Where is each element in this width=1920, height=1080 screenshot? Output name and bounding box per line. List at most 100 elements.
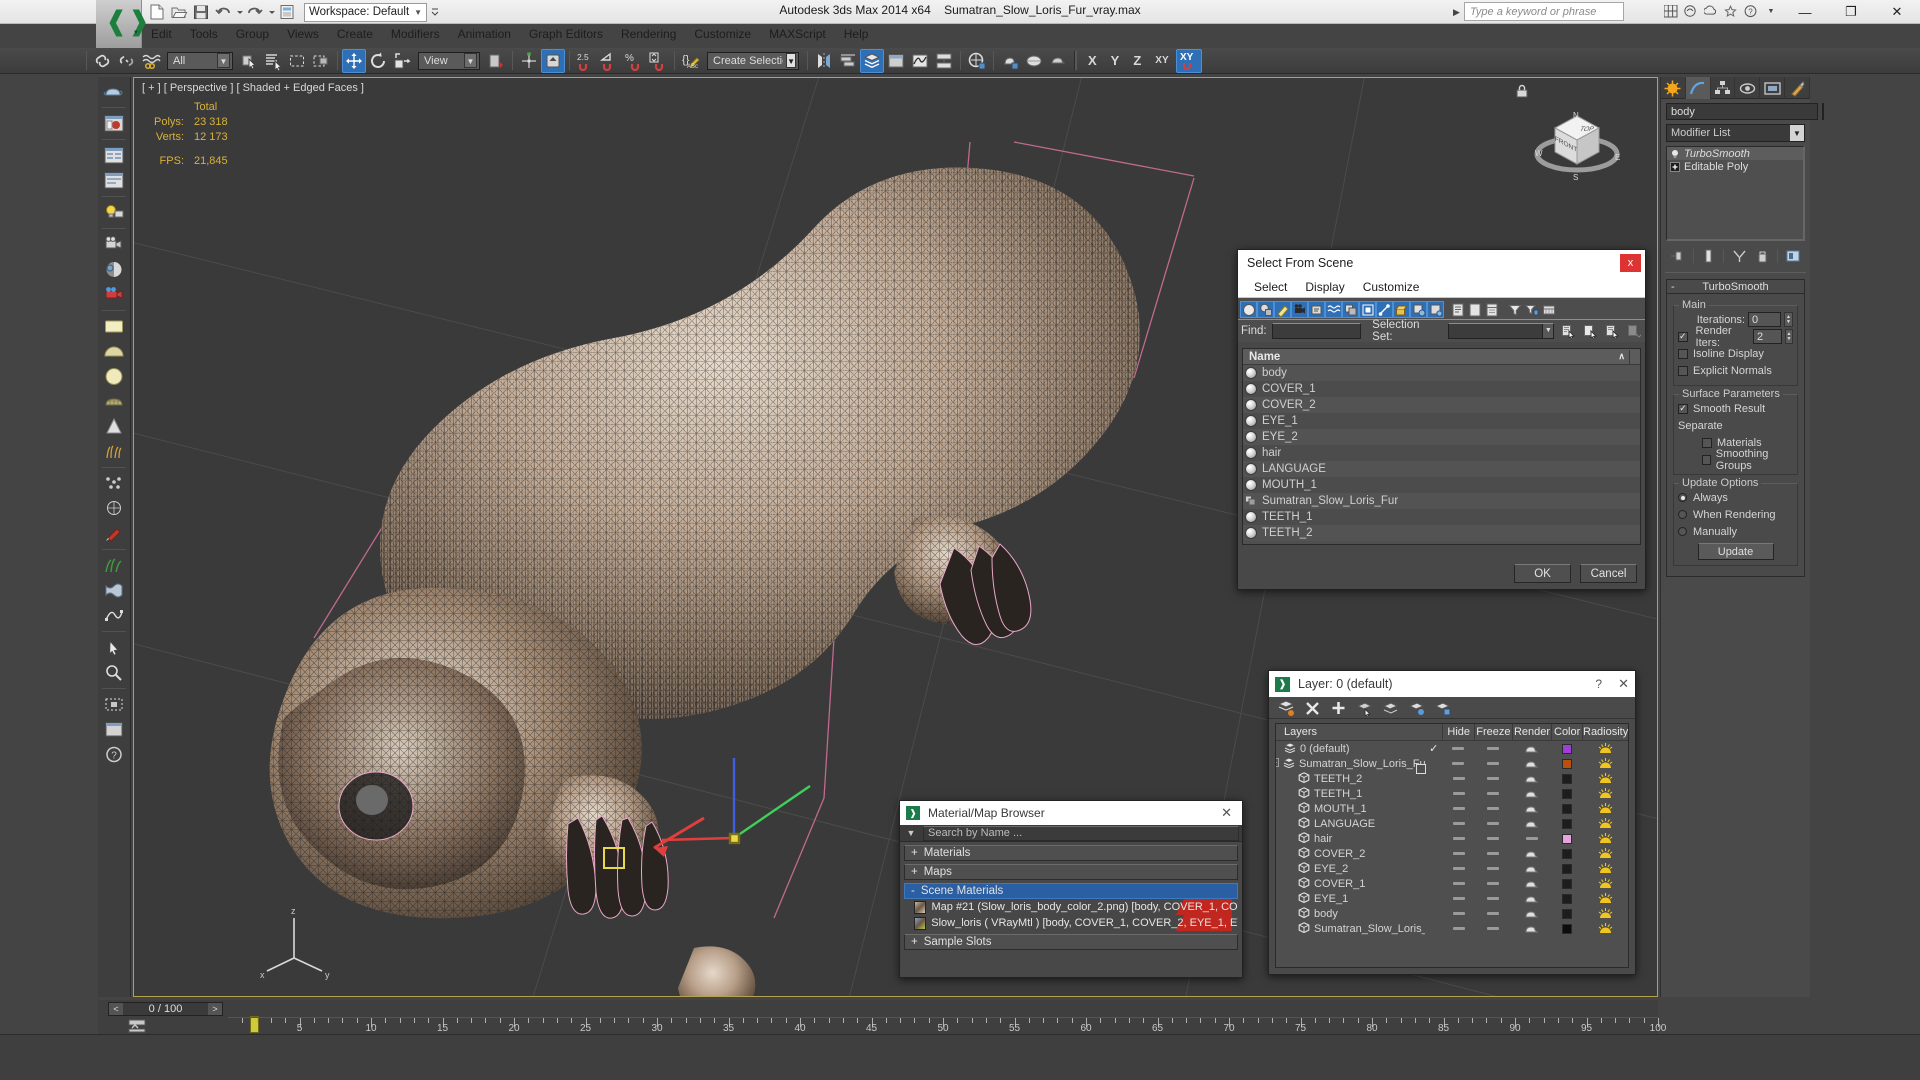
display-space-warps-icon[interactable] [1325,301,1342,318]
mmb-search-input[interactable]: Search by Name ... [923,825,1239,841]
list-item[interactable]: COVER_2 [1243,397,1640,413]
paint-deform-icon[interactable] [101,522,127,545]
freeze-cell[interactable] [1474,822,1512,825]
restrict-plane-icon[interactable] [541,48,565,73]
list-item[interactable]: EYE_1 [1243,413,1640,429]
render-production-icon[interactable] [1046,49,1070,73]
freeze-cell[interactable] [1474,867,1512,870]
layer-row[interactable]: COVER_2 [1276,846,1628,861]
snap-toggle-icon[interactable]: 2.5 [574,49,598,73]
dropdown-caret-icon[interactable]: ▼ [1762,2,1780,21]
smooth-result-checkbox[interactable]: ✓ [1678,403,1688,414]
axis-constraint-xy-snap-icon[interactable]: XY [1175,48,1202,73]
layer-row[interactable]: hair [1276,831,1628,846]
find-input[interactable] [1271,323,1362,339]
isoline-checkbox[interactable] [1678,348,1688,359]
render-cell[interactable] [1512,804,1552,814]
update-manually-radio[interactable] [1678,527,1687,536]
update-button[interactable]: Update [1697,543,1774,560]
render-cell[interactable] [1512,864,1552,874]
prev-frame-button[interactable]: < [109,1003,123,1015]
spline-icon[interactable] [101,604,127,627]
layer-dialog[interactable]: ❱ Layer: 0 (default) ? ✕ Layers Hide Fre… [1268,670,1636,975]
select-set-more-icon[interactable] [1625,323,1642,340]
menu-item-rendering[interactable]: Rendering [612,26,685,42]
layer-row[interactable]: COVER_1 [1276,876,1628,891]
menu-item-customize[interactable]: Customize [685,26,760,42]
sfs-object-list[interactable]: Name ∧ body COVER_1 COVER_2 EYE_1 EYE_2 … [1242,348,1641,545]
hide-cell[interactable] [1443,747,1475,750]
radiosity-cell[interactable] [1582,772,1628,785]
render-cell[interactable] [1512,909,1552,919]
display-hidden-icon[interactable] [1427,301,1444,318]
autodesk-360-icon[interactable] [1702,2,1720,21]
hair-and-fur-icon[interactable] [101,554,127,577]
layer-row[interactable]: Sumatran_Slow_Loris_ [1276,921,1628,936]
window-crossing-icon[interactable] [309,49,333,73]
bind-to-space-warp-icon[interactable] [139,49,163,73]
hide-cell[interactable] [1443,822,1475,825]
group-scene-materials[interactable]: - Scene Materials [904,883,1238,899]
color-swatch[interactable] [1562,908,1573,919]
new-file-icon[interactable] [148,3,167,22]
filter-selected-icon[interactable] [1523,301,1540,318]
update-always-row[interactable]: Always [1678,490,1793,505]
helper-dummy-icon[interactable] [101,497,127,520]
hide-cell[interactable] [1443,912,1475,915]
wire-teapot-icon[interactable] [101,390,127,413]
freeze-cell[interactable] [1474,852,1512,855]
freeze-cell[interactable] [1474,747,1512,750]
layer-manager-icon[interactable] [860,48,884,73]
render-iters-value[interactable]: 2 [1753,329,1782,344]
axis-constraint-x[interactable]: X [1081,53,1104,68]
tab-utilities[interactable] [1785,77,1810,99]
help-icon[interactable]: ? [1742,2,1760,21]
redo-caret-icon[interactable] [268,3,275,22]
schematic-view-icon[interactable] [932,49,956,73]
layer-row[interactable]: LANGUAGE [1276,816,1628,831]
display-cameras-icon[interactable] [1291,301,1308,318]
select-set-list-icon[interactable] [1540,301,1557,318]
menu-item-create[interactable]: Create [328,26,382,42]
layer-close-button[interactable]: ✕ [1618,676,1629,692]
color-swatch-cell[interactable] [1552,848,1583,859]
viewport-label[interactable]: [ + ] [ Perspective ] [ Shaded + Edged F… [142,82,364,94]
make-unique-icon[interactable] [1731,248,1748,265]
render-cell[interactable] [1512,879,1552,889]
tab-create[interactable] [1661,77,1686,99]
hide-cell[interactable] [1443,882,1475,885]
color-swatch[interactable] [1562,863,1573,874]
highlight-layer-icon[interactable] [1381,699,1399,717]
select-set-remove-icon[interactable] [1581,323,1598,340]
render-setup-icon[interactable] [998,49,1022,73]
selection-filter-dropdown[interactable]: All ▼ [167,51,233,70]
isolate-selection-icon[interactable] [101,693,127,716]
layer-row[interactable]: TEETH_2 [1276,771,1628,786]
cloth-modifier-icon[interactable] [101,579,127,602]
info-center-icon[interactable] [1682,2,1700,21]
select-and-link-icon[interactable] [91,49,115,73]
angle-snap-toggle-icon[interactable] [598,49,622,73]
freeze-cell[interactable] [1474,762,1512,765]
render-cell[interactable] [1512,849,1552,859]
menu-item-help[interactable]: Help [835,26,878,42]
list-item[interactable]: COVER_1 [1243,381,1640,397]
list-item[interactable]: TEETH_1 [1243,509,1640,525]
iterations-value[interactable]: 0 [1748,312,1781,327]
list-item[interactable]: EYE_2 [1243,429,1640,445]
hide-cell[interactable] [1443,867,1475,870]
save-file-icon[interactable] [192,3,211,22]
mmb-filter-icon[interactable]: ▼ [904,828,918,838]
show-end-result-icon[interactable] [1700,248,1717,265]
sort-arrow-icon[interactable]: ∧ [1618,351,1629,362]
render-cell[interactable] [1512,759,1552,769]
stack-item-turbosmooth[interactable]: TurboSmooth [1667,147,1803,160]
list-item[interactable]: Sumatran_Slow_Loris_Fur [1243,493,1640,509]
select-by-name-icon[interactable] [261,49,285,73]
layer-help-button[interactable]: ? [1587,677,1610,691]
freeze-cell[interactable] [1474,897,1512,900]
particle-flow-icon[interactable] [101,472,127,495]
frame-navigator[interactable]: < 0 / 100 > [108,1002,223,1016]
plus-box-icon[interactable] [1669,161,1680,172]
render-cell[interactable] [1512,924,1552,934]
